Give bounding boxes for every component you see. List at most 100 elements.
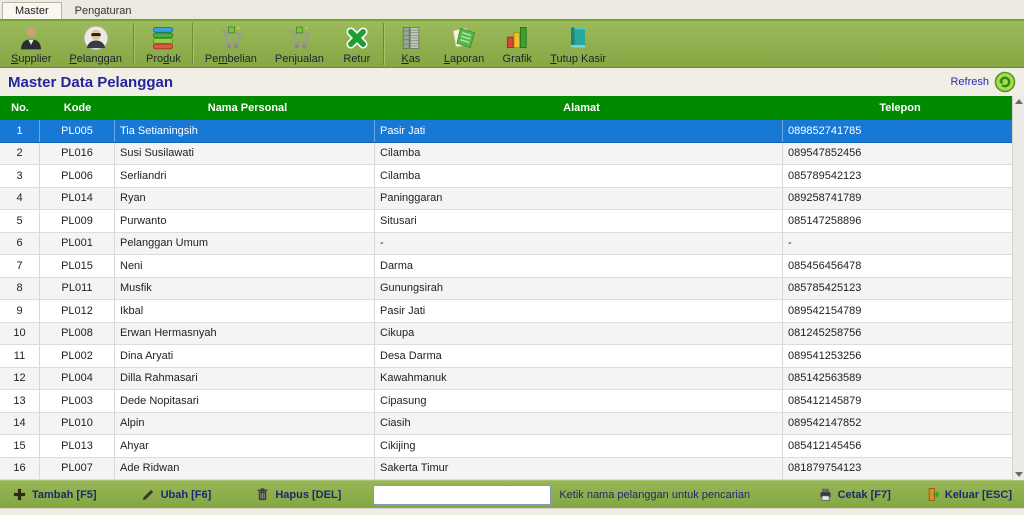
cell-telepon: 085785425123 xyxy=(783,278,1012,300)
trash-icon xyxy=(255,487,270,502)
main-toolbar: SupplierPelangganProduk Pembelian Penjuala… xyxy=(0,19,1024,68)
tambah-label: Tambah [F5] xyxy=(32,489,97,501)
cell-telepon: 085412145879 xyxy=(783,390,1012,412)
toolbar-separator xyxy=(133,23,135,65)
cetak-button[interactable]: Cetak [F7] xyxy=(818,487,891,502)
refresh-button[interactable]: Refresh xyxy=(950,71,1016,93)
refresh-icon xyxy=(994,71,1016,93)
table-row[interactable]: 12PL004Dilla RahmasariKawahmanuk08514256… xyxy=(0,368,1012,391)
action-bar: Tambah [F5] Ubah [F6] Hapus [DEL] Ketik … xyxy=(0,480,1024,508)
cell-no: 15 xyxy=(0,435,40,457)
cell-nama: Tia Setianingsih xyxy=(115,120,375,142)
produk-icon xyxy=(148,24,178,52)
toolbar-item-label: Laporan xyxy=(444,53,484,65)
toolbar-separator xyxy=(383,23,385,65)
table-row[interactable]: 2PL016Susi SusilawatiCilamba089547852456 xyxy=(0,143,1012,166)
search-input[interactable] xyxy=(373,485,551,505)
cell-no: 13 xyxy=(0,390,40,412)
cell-telepon: 085456456478 xyxy=(783,255,1012,277)
toolbar-item-label: Retur xyxy=(343,53,370,65)
search-hint-label: Ketik nama pelanggan untuk pencarian xyxy=(559,489,750,501)
toolbar-item-laporan[interactable]: Laporan xyxy=(435,21,493,67)
cell-nama: Alpin xyxy=(115,413,375,435)
toolbar-item-kas[interactable]: Kas xyxy=(387,21,435,67)
cell-nama: Musfik xyxy=(115,278,375,300)
ubah-button[interactable]: Ubah [F6] xyxy=(141,487,212,502)
cetak-label: Cetak [F7] xyxy=(838,489,891,501)
tutup-kasir-icon xyxy=(563,24,593,52)
printer-icon xyxy=(818,487,833,502)
exit-door-icon xyxy=(925,487,940,502)
table-row[interactable]: 11PL002Dina AryatiDesa Darma089541253256 xyxy=(0,345,1012,368)
cell-telepon: 089542154789 xyxy=(783,300,1012,322)
cell-alamat: Ciasih xyxy=(375,413,783,435)
cell-telepon: 089547852456 xyxy=(783,143,1012,165)
table-row[interactable]: 6PL001Pelanggan Umum-- xyxy=(0,233,1012,256)
scroll-up-icon[interactable] xyxy=(1015,99,1023,104)
tambah-button[interactable]: Tambah [F5] xyxy=(12,487,97,502)
table-row[interactable]: 5PL009PurwantoSitusari085147258896 xyxy=(0,210,1012,233)
cell-no: 5 xyxy=(0,210,40,232)
table-row[interactable]: 10PL008Erwan HermasnyahCikupa08124525875… xyxy=(0,323,1012,346)
cell-telepon: 085142563589 xyxy=(783,368,1012,390)
table-row[interactable]: 8PL011MusfikGunungsirah085785425123 xyxy=(0,278,1012,301)
table-row[interactable]: 4PL014RyanPaninggaran089258741789 xyxy=(0,188,1012,211)
cell-telepon: 085147258896 xyxy=(783,210,1012,232)
laporan-icon xyxy=(449,24,479,52)
table-row[interactable]: 16PL007Ade RidwanSakerta Timur0818797541… xyxy=(0,458,1012,481)
cell-alamat: - xyxy=(375,233,783,255)
cell-alamat: Cikijing xyxy=(375,435,783,457)
hapus-button[interactable]: Hapus [DEL] xyxy=(255,487,341,502)
toolbar-item-grafik[interactable]: Grafik xyxy=(493,21,541,67)
cell-kode: PL001 xyxy=(40,233,115,255)
tab-pengaturan[interactable]: Pengaturan xyxy=(62,2,145,19)
toolbar-item-produk[interactable]: Produk xyxy=(137,21,190,67)
vertical-scrollbar[interactable] xyxy=(1012,96,1024,480)
cell-alamat: Desa Darma xyxy=(375,345,783,367)
tab-master[interactable]: Master xyxy=(2,2,62,19)
cell-nama: Dede Nopitasari xyxy=(115,390,375,412)
toolbar-item-supplier[interactable]: Supplier xyxy=(2,21,60,67)
table-row[interactable]: 9PL012IkbalPasir Jati089542154789 xyxy=(0,300,1012,323)
table-row[interactable]: 3PL006SerliandriCilamba085789542123 xyxy=(0,165,1012,188)
toolbar-item-label: Penjualan xyxy=(275,53,324,65)
cell-telepon: 081879754123 xyxy=(783,458,1012,480)
cell-kode: PL003 xyxy=(40,390,115,412)
cell-no: 10 xyxy=(0,323,40,345)
table-row[interactable]: 7PL015NeniDarma085456456478 xyxy=(0,255,1012,278)
cell-alamat: Pasir Jati xyxy=(375,300,783,322)
toolbar-item-retur[interactable]: Retur xyxy=(333,21,381,67)
cell-kode: PL009 xyxy=(40,210,115,232)
pembelian-icon xyxy=(216,24,246,52)
table-row[interactable]: 15PL013AhyarCikijing085412145456 xyxy=(0,435,1012,458)
plus-icon xyxy=(12,487,27,502)
cell-kode: PL014 xyxy=(40,188,115,210)
toolbar-item-pembelian[interactable]: Pembelian xyxy=(196,21,266,67)
keluar-button[interactable]: Keluar [ESC] xyxy=(925,487,1012,502)
cell-telepon: 089852741785 xyxy=(783,120,1012,142)
cell-alamat: Situsari xyxy=(375,210,783,232)
table-row[interactable]: 1PL005Tia SetianingsihPasir Jati08985274… xyxy=(0,120,1012,143)
scroll-down-icon[interactable] xyxy=(1015,472,1023,477)
cell-alamat: Pasir Jati xyxy=(375,120,783,142)
toolbar-item-pelanggan[interactable]: Pelanggan xyxy=(60,21,131,67)
cell-alamat: Cikupa xyxy=(375,323,783,345)
supplier-icon xyxy=(16,24,46,52)
toolbar-item-tutup-kasir[interactable]: Tutup Kasir xyxy=(541,21,615,67)
toolbar-item-label: Kas xyxy=(401,53,420,65)
cell-kode: PL010 xyxy=(40,413,115,435)
toolbar-item-label: Grafik xyxy=(503,53,532,65)
table-row[interactable]: 13PL003Dede NopitasariCipasung0854121458… xyxy=(0,390,1012,413)
table-row[interactable]: 14PL010AlpinCiasih089542147852 xyxy=(0,413,1012,436)
cell-nama: Dina Aryati xyxy=(115,345,375,367)
toolbar-item-penjualan[interactable]: Penjualan xyxy=(266,21,333,67)
ubah-label: Ubah [F6] xyxy=(161,489,212,501)
cell-kode: PL008 xyxy=(40,323,115,345)
table-header-row: No.KodeNama PersonalAlamatTelepon xyxy=(0,96,1012,120)
cell-alamat: Kawahmanuk xyxy=(375,368,783,390)
pencil-icon xyxy=(141,487,156,502)
cell-telepon: 089542147852 xyxy=(783,413,1012,435)
toolbar-separator xyxy=(192,23,194,65)
cell-kode: PL004 xyxy=(40,368,115,390)
toolbar-item-label: Pembelian xyxy=(205,53,257,65)
